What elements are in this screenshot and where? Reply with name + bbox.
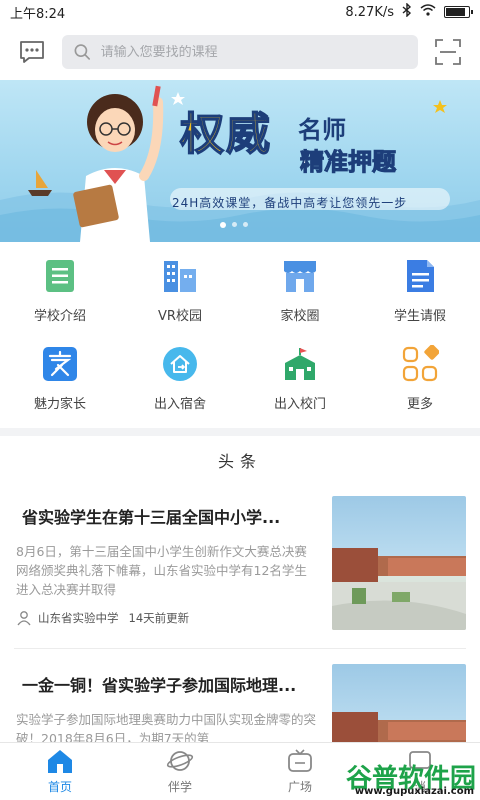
carousel-dot[interactable] [232, 222, 237, 227]
scan-button[interactable] [430, 34, 466, 70]
status-indicators: 8.27K/s [345, 2, 473, 21]
tab-plaza[interactable]: 广场 [240, 743, 360, 800]
carousel-dot[interactable] [220, 222, 226, 228]
document-list-icon [46, 259, 74, 292]
grid-item-dorm-access[interactable]: 出入宿舍 [120, 334, 240, 422]
user-icon [17, 611, 31, 626]
top-bar [0, 24, 480, 80]
scan-icon [435, 39, 461, 65]
family-icon [43, 346, 77, 381]
grid-item-home-school-circle[interactable]: 家校圈 [240, 246, 360, 334]
carousel-dots [220, 222, 248, 228]
news-summary: 8月6日，第十三届全国中小学生创新作文大赛总决赛网络颁奖典礼落下帷幕，山东省实验… [16, 544, 307, 597]
news-title: 省实验学生在第十三届全国中小学... [22, 508, 281, 527]
battery-level [446, 8, 465, 16]
section-divider [0, 428, 480, 436]
grid-item-school-intro[interactable]: 学校介绍 [0, 246, 120, 334]
chat-bubble-icon [20, 41, 44, 63]
tab-home[interactable]: 首页 [0, 743, 120, 800]
network-speed: 8.27K/s [345, 4, 394, 20]
news-thumbnail [332, 496, 466, 630]
news-title: 一金一铜！省实验学子参加国际地理... [22, 676, 297, 695]
grid-item-label: 出入宿舍 [153, 396, 206, 412]
grid-item-label: 学校介绍 [33, 308, 86, 324]
battery-icon [444, 6, 473, 18]
news-item[interactable]: 省实验学生在第十三届全国中小学... 8月6日，第十三届全国中小学生创新作文大赛… [14, 496, 466, 632]
grid-item-label: 出入校门 [273, 396, 326, 412]
wifi-icon [420, 4, 436, 20]
grid-item-label: 家校圈 [280, 308, 320, 324]
bluetooth-icon [402, 2, 412, 21]
building-icon [164, 260, 196, 292]
home-icon [48, 750, 72, 773]
search-bar[interactable] [62, 35, 418, 69]
grid-item-vr-campus[interactable]: VR校园 [120, 246, 240, 334]
grid-item-more[interactable]: 更多 [360, 334, 480, 422]
grid-item-gate-access[interactable]: 出入校门 [240, 334, 360, 422]
grid-item-student-leave[interactable]: 学生请假 [360, 246, 480, 334]
grid-item-charm-parents[interactable]: 魅力家长 [0, 334, 120, 422]
message-button[interactable] [14, 34, 50, 70]
site-watermark-url: www.gupuxiazai.com [354, 786, 474, 797]
banner-subtitle-2: 精准押题 [300, 148, 397, 177]
carousel-dot[interactable] [243, 222, 248, 227]
tab-label: 首页 [47, 780, 72, 794]
headlines-title: 头条 [217, 452, 262, 471]
news-time: 14天前更新 [128, 611, 190, 625]
planet-icon [166, 751, 194, 771]
status-bar: 上午8:24 8.27K/s [0, 0, 480, 24]
leave-form-icon [407, 259, 434, 292]
feature-grid: 学校介绍 VR校园 家校圈 学生请假 魅力家长 出入宿舍 出入校门 更多 [0, 246, 480, 426]
promo-banner[interactable]: 权威 名师 精准押题 24H高效课堂，备战中高考让您领先一步 [0, 80, 480, 242]
grid-item-label: 更多 [406, 396, 433, 412]
storefront-icon [284, 260, 316, 292]
home-exit-icon [163, 346, 197, 381]
grid-item-label: 学生请假 [393, 308, 446, 324]
banner-title: 权威 [179, 108, 272, 161]
grid-item-label: 魅力家长 [33, 396, 86, 412]
search-icon [74, 44, 91, 60]
news-source: 山东省实验中学 [38, 611, 119, 625]
tv-icon [288, 749, 312, 772]
tab-label: 广场 [287, 780, 312, 794]
news-meta: 山东省实验中学 14天前更新 [16, 610, 189, 626]
more-grid-icon [402, 344, 439, 381]
tab-label: 伴学 [167, 780, 192, 794]
search-input[interactable] [100, 44, 406, 60]
status-time: 上午8:24 [10, 6, 66, 22]
school-gate-icon [285, 347, 315, 380]
grid-item-label: VR校园 [158, 308, 202, 324]
tab-companion[interactable]: 伴学 [120, 743, 240, 800]
news-separator [14, 648, 466, 649]
banner-tagline: 24H高效课堂，备战中高考让您领先一步 [172, 196, 408, 210]
banner-subtitle-1: 名师 [298, 116, 346, 144]
